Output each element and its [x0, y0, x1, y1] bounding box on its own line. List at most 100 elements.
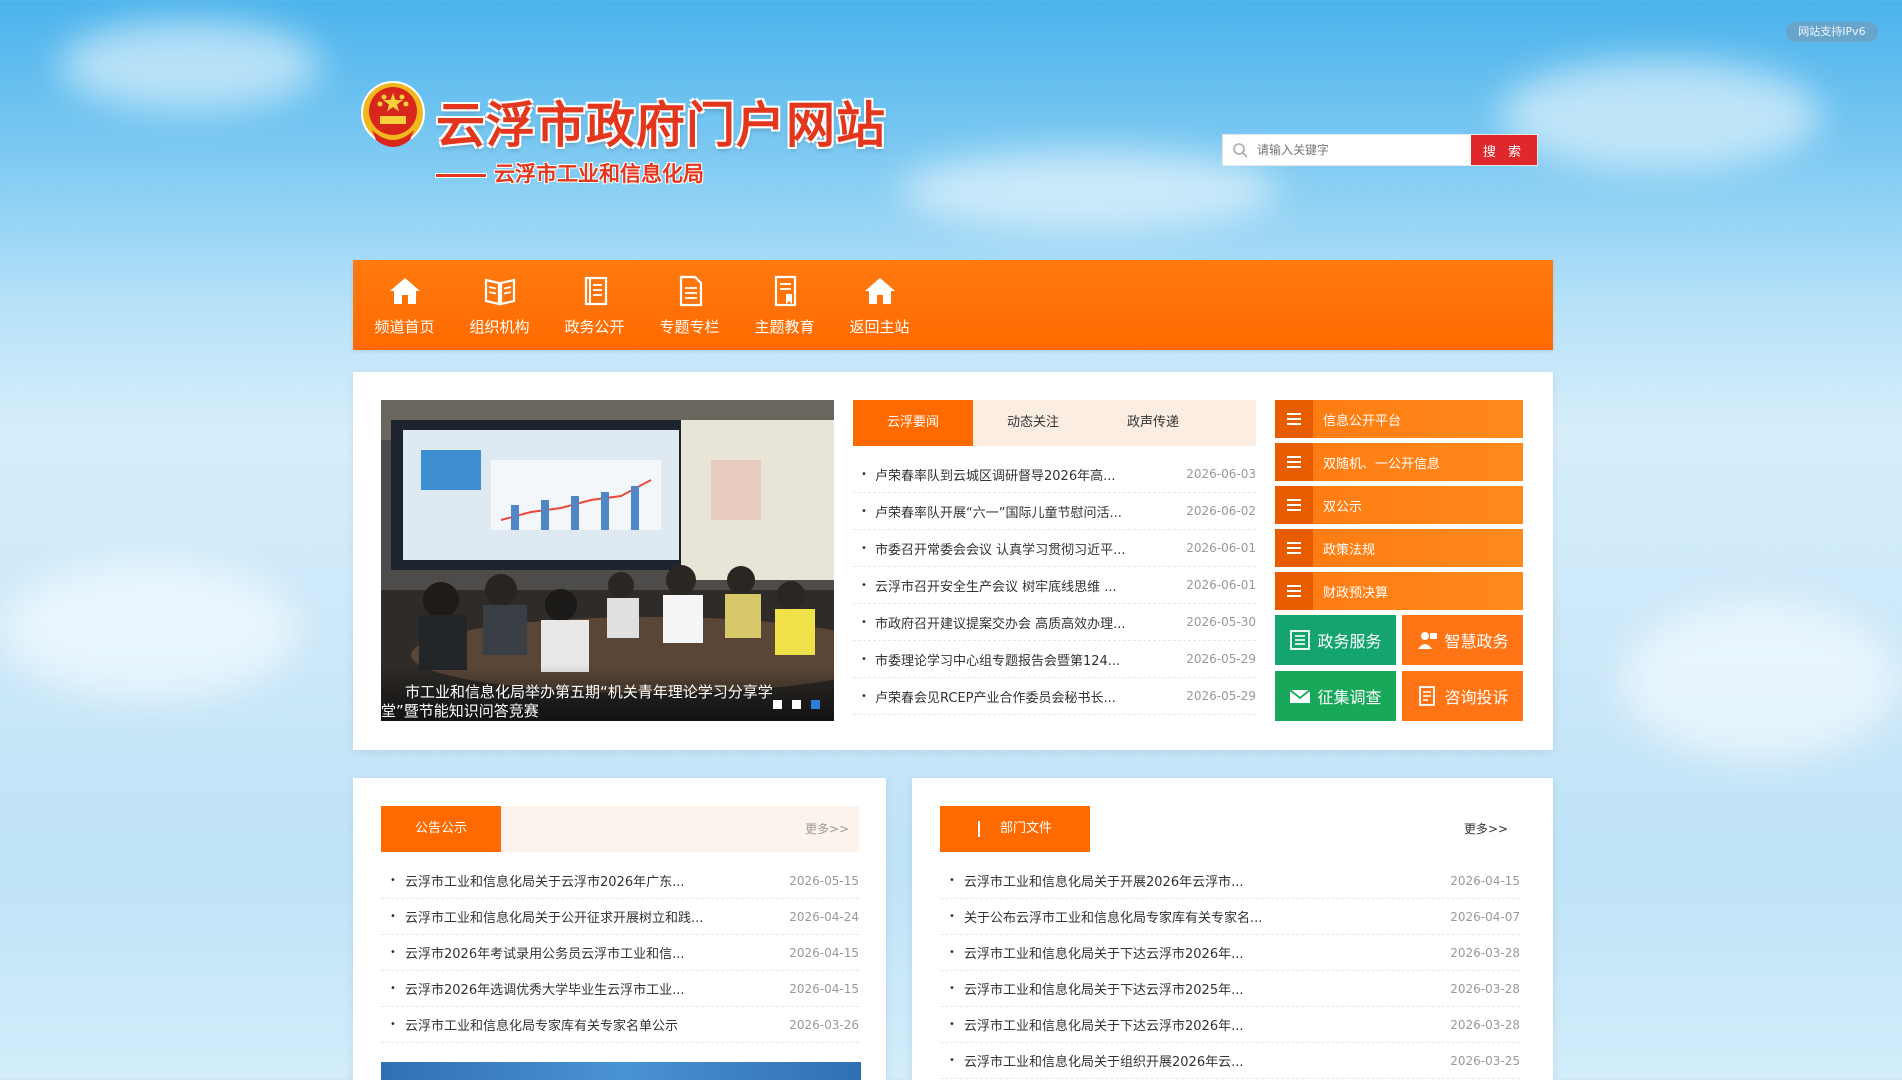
nav-item-back-to-main[interactable]: 返回主站: [832, 260, 927, 350]
menu-icon: [1275, 443, 1313, 481]
tile-label: 征集调查: [1317, 688, 1382, 707]
news-title[interactable]: 市委召开常委会会议 认真学习贯彻习近平...: [875, 539, 1178, 558]
file-date: 2026-04-07: [1450, 909, 1520, 924]
list-item[interactable]: • 卢荣春率队到云城区调研督导2026年高... 2026-06-03: [853, 456, 1256, 493]
dept-files-title-text: 部门文件: [999, 821, 1052, 836]
file-title[interactable]: 云浮市工业和信息化局关于下达云浮市2026年...: [964, 943, 1430, 962]
list-item[interactable]: • 市委召开常委会会议 认真学习贯彻习近平... 2026-06-01: [853, 530, 1256, 567]
banner-strip[interactable]: [381, 1062, 861, 1080]
file-title[interactable]: 关于公布云浮市工业和信息化局专家库有关专家名...: [964, 907, 1430, 926]
bullet: •: [861, 542, 867, 554]
search-button[interactable]: 搜 索: [1471, 135, 1537, 165]
list-item[interactable]: • 云浮市召开安全生产会议 树牢底线思维 ... 2026-06-01: [853, 567, 1256, 604]
tab-yunfu-news[interactable]: 云浮要闻: [853, 400, 973, 446]
cloud-decoration: [1620, 600, 1900, 760]
nav-item-theme-education[interactable]: 主题教育: [737, 260, 832, 350]
news-title[interactable]: 卢荣春率队开展“六一”国际儿童节慰问活...: [875, 502, 1178, 521]
file-title[interactable]: 云浮市工业和信息化局关于下达云浮市2025年...: [964, 979, 1430, 998]
nav-item-channel-home[interactable]: 频道首页: [357, 260, 452, 350]
list-item[interactable]: • 云浮市2026年考试录用公务员云浮市工业和信... 2026-04-15: [381, 935, 859, 971]
search-input[interactable]: [1257, 135, 1471, 165]
slide-caption: 市工业和信息化局举办第五期“机关青年理论学习分享学堂”暨节能知识问答竞赛: [381, 665, 834, 721]
list-item[interactable]: • 云浮市工业和信息化局关于公开征求开展树立和践... 2026-04-24: [381, 899, 859, 935]
news-date: 2026-06-01: [1186, 541, 1256, 555]
list-item[interactable]: • 云浮市工业和信息化局关于下达云浮市2025年... 2026-03-28: [940, 971, 1520, 1007]
link-policies-regulations[interactable]: 政策法规: [1275, 529, 1523, 567]
list-item[interactable]: • 市政府召开建议提案交办会 高质高效办理... 2026-05-30: [853, 604, 1256, 641]
list-item[interactable]: • 卢荣春会见RCEP产业合作委员会秘书长... 2026-05-29: [853, 678, 1256, 715]
bullet: •: [390, 911, 396, 922]
news-date: 2026-06-02: [1186, 504, 1256, 518]
nav-item-government-affairs[interactable]: 政务公开: [547, 260, 642, 350]
bullet: •: [949, 1019, 955, 1030]
list-item[interactable]: • 关于公布云浮市工业和信息化局专家库有关专家名... 2026-04-07: [940, 899, 1520, 935]
list-item[interactable]: • 云浮市工业和信息化局关于下达云浮市2026年... 2026-03-28: [940, 935, 1520, 971]
bullet: •: [861, 505, 867, 517]
file-date: 2026-03-28: [1450, 1017, 1520, 1032]
nav-item-special-topics[interactable]: 专题专栏: [642, 260, 737, 350]
bullet: •: [390, 875, 396, 886]
dept-files-title: 部门文件: [940, 806, 1090, 852]
notice-title[interactable]: 云浮市2026年选调优秀大学毕业生云浮市工业...: [405, 979, 769, 998]
notice-date: 2026-04-15: [789, 945, 859, 960]
list-item[interactable]: • 卢荣春率队开展“六一”国际儿童节慰问活... 2026-06-02: [853, 493, 1256, 530]
bullet: •: [949, 1055, 955, 1066]
news-title[interactable]: 市委理论学习中心组专题报告会暨第124...: [875, 650, 1178, 669]
tab-dynamics[interactable]: 动态关注: [973, 400, 1093, 446]
news-date: 2026-06-01: [1186, 578, 1256, 592]
link-double-random[interactable]: 双随机、一公开信息: [1275, 443, 1523, 481]
dept-files-panel: 部门文件 更多>> • 云浮市工业和信息化局关于开展2026年云浮市... 2026…: [912, 778, 1553, 1080]
link-label: 双随机、一公开信息: [1323, 456, 1441, 472]
tile-smart-government[interactable]: 智慧政务: [1402, 615, 1523, 665]
file-title[interactable]: 云浮市工业和信息化局关于组织开展2026年云...: [964, 1051, 1430, 1070]
list-item[interactable]: • 云浮市工业和信息化局关于开展2026年云浮市... 2026-04-15: [940, 863, 1520, 899]
news-title[interactable]: 卢荣春率队到云城区调研督导2026年高...: [875, 465, 1178, 484]
list-item[interactable]: • 云浮市工业和信息化局关于下达云浮市2026年... 2026-03-28: [940, 1007, 1520, 1043]
file-title[interactable]: 云浮市工业和信息化局关于下达云浮市2026年...: [964, 1015, 1430, 1034]
file-date: 2026-03-28: [1450, 945, 1520, 960]
form-icon: [1419, 686, 1436, 706]
news-title[interactable]: 云浮市召开安全生产会议 树牢底线思维 ...: [875, 576, 1178, 595]
notice-title[interactable]: 云浮市工业和信息化局关于公开征求开展树立和践...: [405, 907, 769, 926]
bullet: •: [861, 653, 867, 665]
image-slider[interactable]: 市工业和信息化局举办第五期“机关青年理论学习分享学堂”暨节能知识问答竞赛: [381, 400, 834, 721]
user-service-icon: [1418, 632, 1438, 649]
notices-list: • 云浮市工业和信息化局关于云浮市2026年广东... 2026-05-15 • 云浮…: [381, 863, 859, 1043]
news-list: • 卢荣春率队到云城区调研督导2026年高... 2026-06-03 • 卢荣春率队…: [853, 456, 1256, 715]
link-double-publicity[interactable]: 双公示: [1275, 486, 1523, 524]
list-item[interactable]: • 云浮市工业和信息化局专家库有关专家名单公示 2026-03-26: [381, 1007, 859, 1043]
slider-dot[interactable]: [792, 700, 801, 709]
news-title[interactable]: 卢荣春会见RCEP产业合作委员会秘书长...: [875, 687, 1178, 706]
tile-consult-complaint[interactable]: 咨询投诉: [1402, 671, 1523, 721]
ipv6-badge: 网站支持IPv6: [1786, 22, 1878, 42]
nav-item-organization[interactable]: 组织机构: [452, 260, 547, 350]
list-item[interactable]: • 云浮市工业和信息化局关于组织开展2026年云... 2026-03-25: [940, 1043, 1520, 1079]
slider-dot[interactable]: [773, 700, 782, 709]
slider-dot-active[interactable]: [811, 700, 820, 709]
bullet: •: [949, 983, 955, 994]
tile-label: 咨询投诉: [1444, 688, 1509, 707]
tile-survey[interactable]: 征集调查: [1275, 671, 1396, 721]
nav-label: 政务公开: [564, 317, 625, 336]
bookmark-doc-icon: [774, 275, 796, 306]
list-item[interactable]: • 市委理论学习中心组专题报告会暨第124... 2026-05-29: [853, 641, 1256, 678]
tab-government-voice[interactable]: 政声传递: [1093, 400, 1213, 446]
tile-government-service[interactable]: 政务服务: [1275, 615, 1396, 665]
dept-files-more-link[interactable]: 更多>>: [1464, 806, 1508, 852]
file-title[interactable]: 云浮市工业和信息化局关于开展2026年云浮市...: [964, 871, 1430, 890]
title-bar: [977, 820, 980, 837]
link-label: 信息公开平台: [1323, 413, 1402, 429]
nav-label: 组织机构: [469, 317, 530, 336]
list-item[interactable]: • 云浮市工业和信息化局关于云浮市2026年广东... 2026-05-15: [381, 863, 859, 899]
notices-more-link[interactable]: 更多>>: [805, 806, 849, 852]
list-item[interactable]: • 云浮市2026年选调优秀大学毕业生云浮市工业... 2026-04-15: [381, 971, 859, 1007]
link-fiscal-budget[interactable]: 财政预决算: [1275, 572, 1523, 610]
book-icon: [484, 278, 515, 305]
notice-title[interactable]: 云浮市工业和信息化局关于云浮市2026年广东...: [405, 871, 769, 890]
link-info-disclosure-platform[interactable]: 信息公开平台: [1275, 400, 1523, 438]
news-title[interactable]: 市政府召开建议提案交办会 高质高效办理...: [875, 613, 1178, 632]
menu-icon: [1275, 486, 1313, 524]
notice-title[interactable]: 云浮市2026年考试录用公务员云浮市工业和信...: [405, 943, 769, 962]
notice-date: 2026-05-15: [789, 873, 859, 888]
notice-title[interactable]: 云浮市工业和信息化局专家库有关专家名单公示: [405, 1015, 769, 1034]
